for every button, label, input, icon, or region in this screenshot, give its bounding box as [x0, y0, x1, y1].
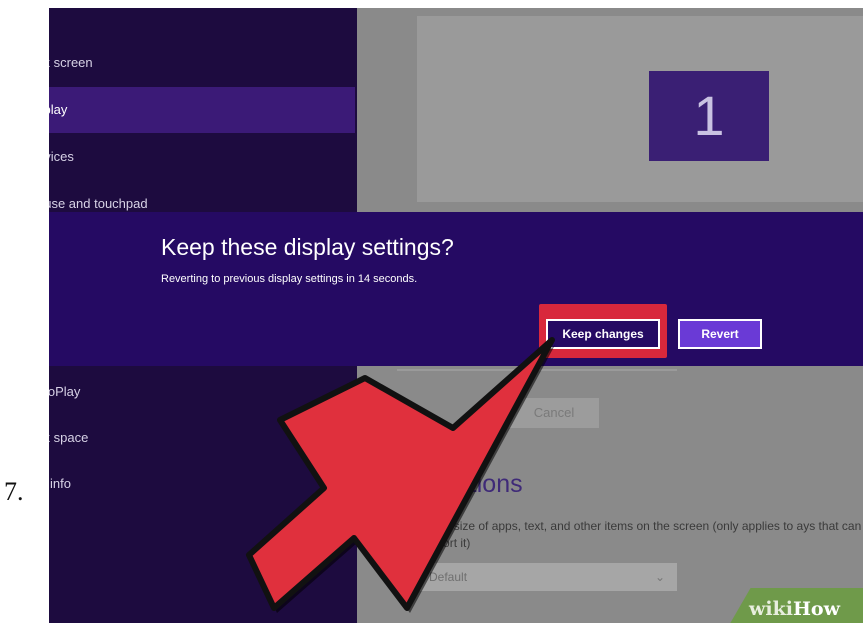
pointer-arrow-icon — [246, 337, 555, 613]
step-number: 7. — [4, 477, 24, 506]
settings-screen: ck screen splay evices ouse and touchpad… — [49, 8, 863, 623]
